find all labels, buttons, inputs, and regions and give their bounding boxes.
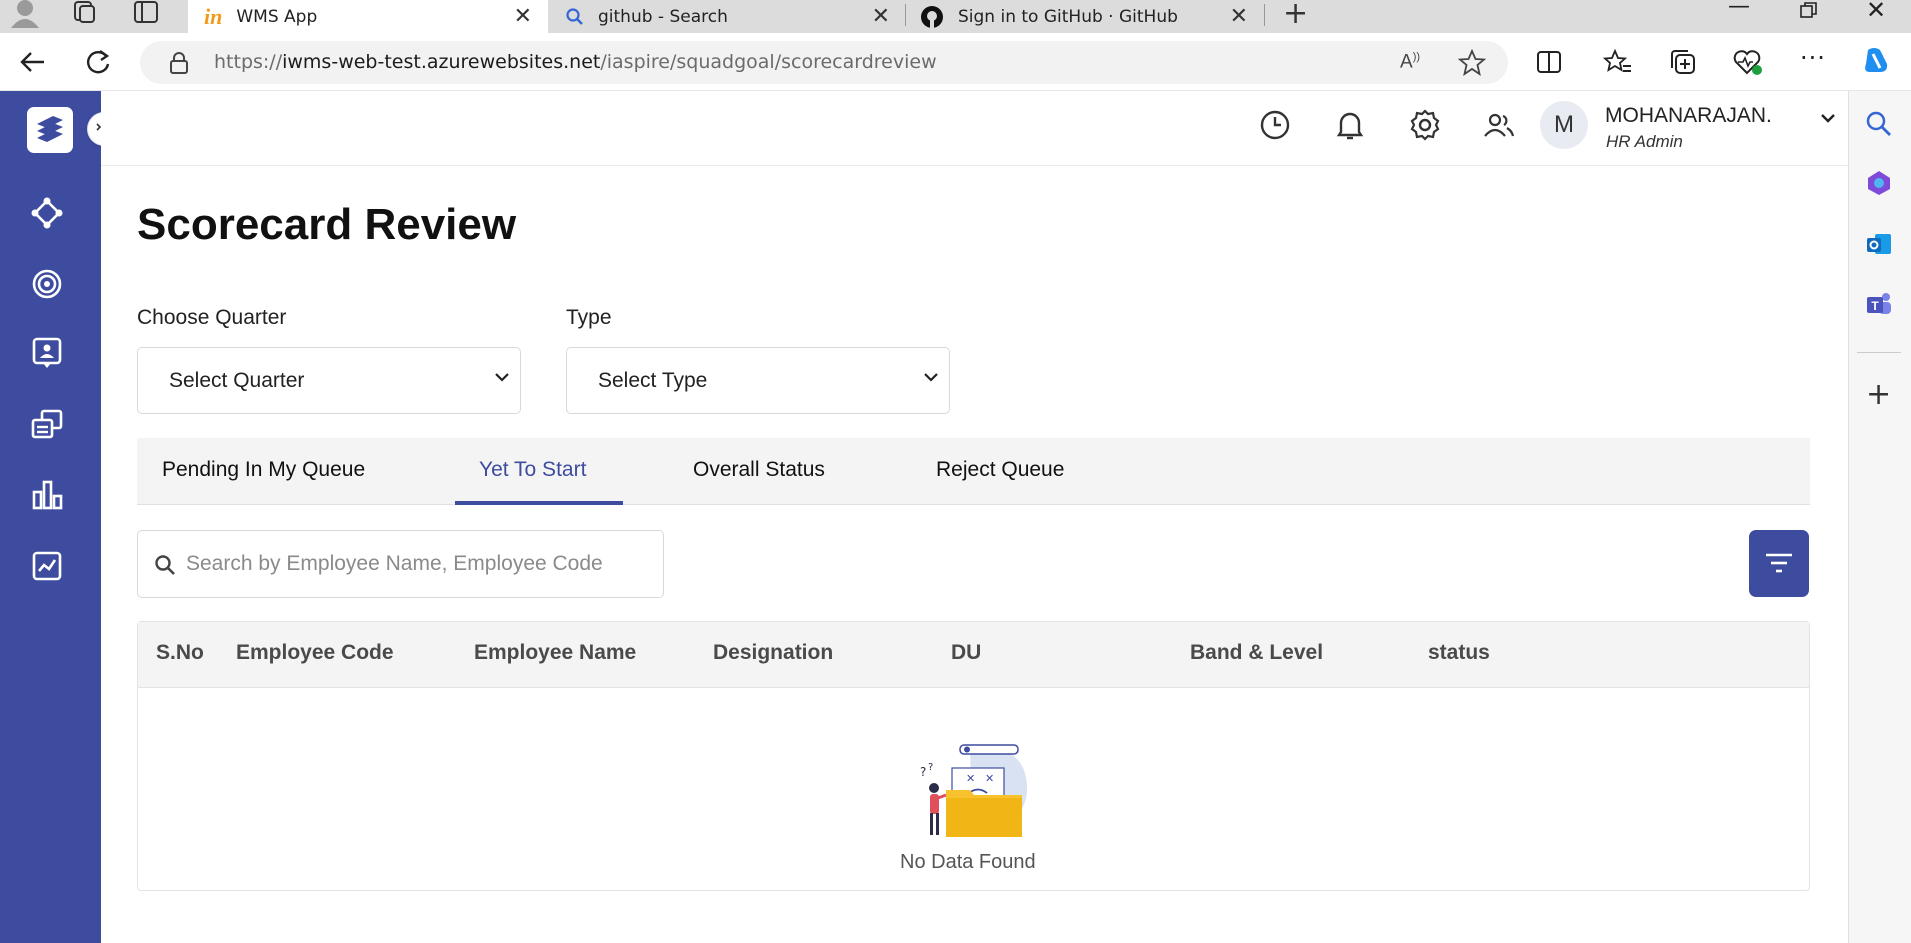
more-icon[interactable]: ··· [1800, 44, 1826, 72]
page-title: Scorecard Review [137, 200, 517, 249]
url-prefix: https:// [214, 51, 283, 73]
lock-icon[interactable] [168, 51, 190, 75]
tab-title: WMS App [236, 6, 318, 27]
workspaces-icon[interactable] [70, 0, 98, 24]
type-label: Type [566, 306, 612, 329]
layers-logo-icon [37, 116, 63, 142]
browser-tab-github-signin[interactable]: Sign in to GitHub · GitHub ✕ [906, 0, 1264, 33]
favorite-star-icon[interactable] [1458, 49, 1486, 77]
chevron-down-icon [495, 373, 509, 382]
browser-health-icon[interactable] [1733, 48, 1763, 76]
empty-state-text: No Data Found [900, 851, 1036, 873]
history-clock-icon[interactable] [1258, 108, 1292, 142]
tab-divider [1264, 4, 1265, 26]
column-header-designation[interactable]: Designation [713, 641, 833, 665]
tab-title: Sign in to GitHub · GitHub [958, 6, 1178, 27]
column-header-sno[interactable]: S.No [156, 641, 204, 665]
split-screen-icon[interactable] [1536, 49, 1564, 75]
window-close-button[interactable]: ✕ [1866, 0, 1886, 24]
tab-pending-in-my-queue[interactable]: Pending In My Queue [162, 458, 365, 482]
settings-gear-icon[interactable] [1408, 108, 1442, 142]
svg-text:T: T [1871, 299, 1879, 313]
app-logo[interactable] [27, 107, 73, 153]
column-header-employee-code[interactable]: Employee Code [236, 641, 394, 665]
svg-text:?: ? [920, 765, 926, 779]
read-aloud-icon[interactable]: A)) [1400, 51, 1420, 73]
close-icon[interactable]: ✕ [1230, 4, 1248, 29]
users-icon[interactable] [1482, 108, 1516, 142]
type-select-value: Select Type [598, 368, 708, 392]
close-icon[interactable]: ✕ [514, 4, 532, 29]
user-avatar[interactable]: M [1540, 101, 1588, 149]
minimize-button[interactable]: — [1728, 0, 1750, 19]
favorites-icon[interactable] [1603, 48, 1633, 76]
profile-icon[interactable] [8, 0, 42, 30]
outlook-icon[interactable] [1865, 230, 1893, 258]
svg-text:?: ? [928, 762, 933, 773]
nav-trend-icon[interactable] [30, 549, 64, 583]
back-icon[interactable] [18, 49, 48, 75]
side-panel-divider [1857, 352, 1901, 353]
browser-tab-github-search[interactable]: github - Search ✕ [548, 0, 906, 33]
empty-folder-illustration: ✕ ✕ ? ? [920, 744, 1028, 837]
search-icon [155, 555, 175, 575]
nav-target-icon[interactable] [30, 267, 64, 301]
new-tab-button[interactable]: + [1283, 0, 1308, 31]
active-tab-indicator [455, 501, 623, 505]
quarter-label: Choose Quarter [137, 306, 287, 329]
search-icon [566, 7, 583, 25]
url-text[interactable]: https://iwms-web-test.azurewebsites.net/… [214, 51, 937, 73]
filter-icon [1766, 553, 1792, 573]
quarter-select-value: Select Quarter [169, 368, 305, 392]
collections-icon[interactable] [1668, 48, 1698, 76]
search-icon[interactable] [1865, 110, 1893, 138]
copilot-icon[interactable] [1860, 44, 1894, 78]
chevron-down-icon [924, 373, 938, 382]
column-header-employee-name[interactable]: Employee Name [474, 641, 636, 665]
nav-documents-icon[interactable] [30, 408, 64, 442]
column-header-status[interactable]: status [1428, 641, 1490, 665]
browser-tab-bar: in WMS App ✕ github - Search ✕ Sign in t… [0, 0, 1911, 33]
edge-side-panel [1848, 91, 1911, 943]
nav-review-icon[interactable] [30, 336, 64, 370]
tab-reject-queue[interactable]: Reject Queue [936, 458, 1064, 482]
tab-title: github - Search [598, 6, 728, 27]
teams-icon[interactable]: T [1865, 290, 1893, 318]
column-header-band-level[interactable]: Band & Level [1190, 641, 1323, 665]
refresh-icon[interactable] [84, 48, 112, 76]
search-input[interactable] [186, 549, 648, 579]
vertical-tabs-icon[interactable] [133, 0, 159, 24]
svg-text:✕: ✕ [966, 772, 975, 785]
search-box [137, 530, 664, 598]
tab-yet-to-start[interactable]: Yet To Start [479, 458, 586, 482]
url-host: iwms-web-test.azurewebsites.net [282, 51, 601, 73]
filter-button[interactable] [1749, 530, 1809, 597]
column-header-du[interactable]: DU [951, 641, 981, 665]
in-logo-icon: in [204, 3, 223, 29]
notification-bell-icon[interactable] [1333, 108, 1367, 142]
quarter-select[interactable]: Select Quarter [137, 347, 521, 414]
user-name[interactable]: MOHANARAJAN. [1605, 104, 1772, 128]
tab-overall-status[interactable]: Overall Status [693, 458, 825, 482]
copilot-app-icon[interactable] [1865, 169, 1893, 197]
nav-bar-chart-icon[interactable] [30, 478, 64, 512]
nav-goals-network-icon[interactable] [30, 196, 64, 230]
browser-tab-wms[interactable]: in WMS App ✕ [188, 0, 548, 33]
type-select[interactable]: Select Type [566, 347, 950, 414]
svg-text:✕: ✕ [985, 772, 994, 785]
url-path: /iaspire/squadgoal/scorecardreview [600, 51, 937, 73]
chevron-down-icon[interactable] [1819, 112, 1837, 126]
restore-button[interactable] [1800, 2, 1818, 18]
github-icon [921, 5, 943, 28]
close-icon[interactable]: ✕ [872, 4, 890, 29]
user-role: HR Admin [1606, 132, 1683, 151]
add-app-button[interactable]: + [1866, 380, 1891, 410]
